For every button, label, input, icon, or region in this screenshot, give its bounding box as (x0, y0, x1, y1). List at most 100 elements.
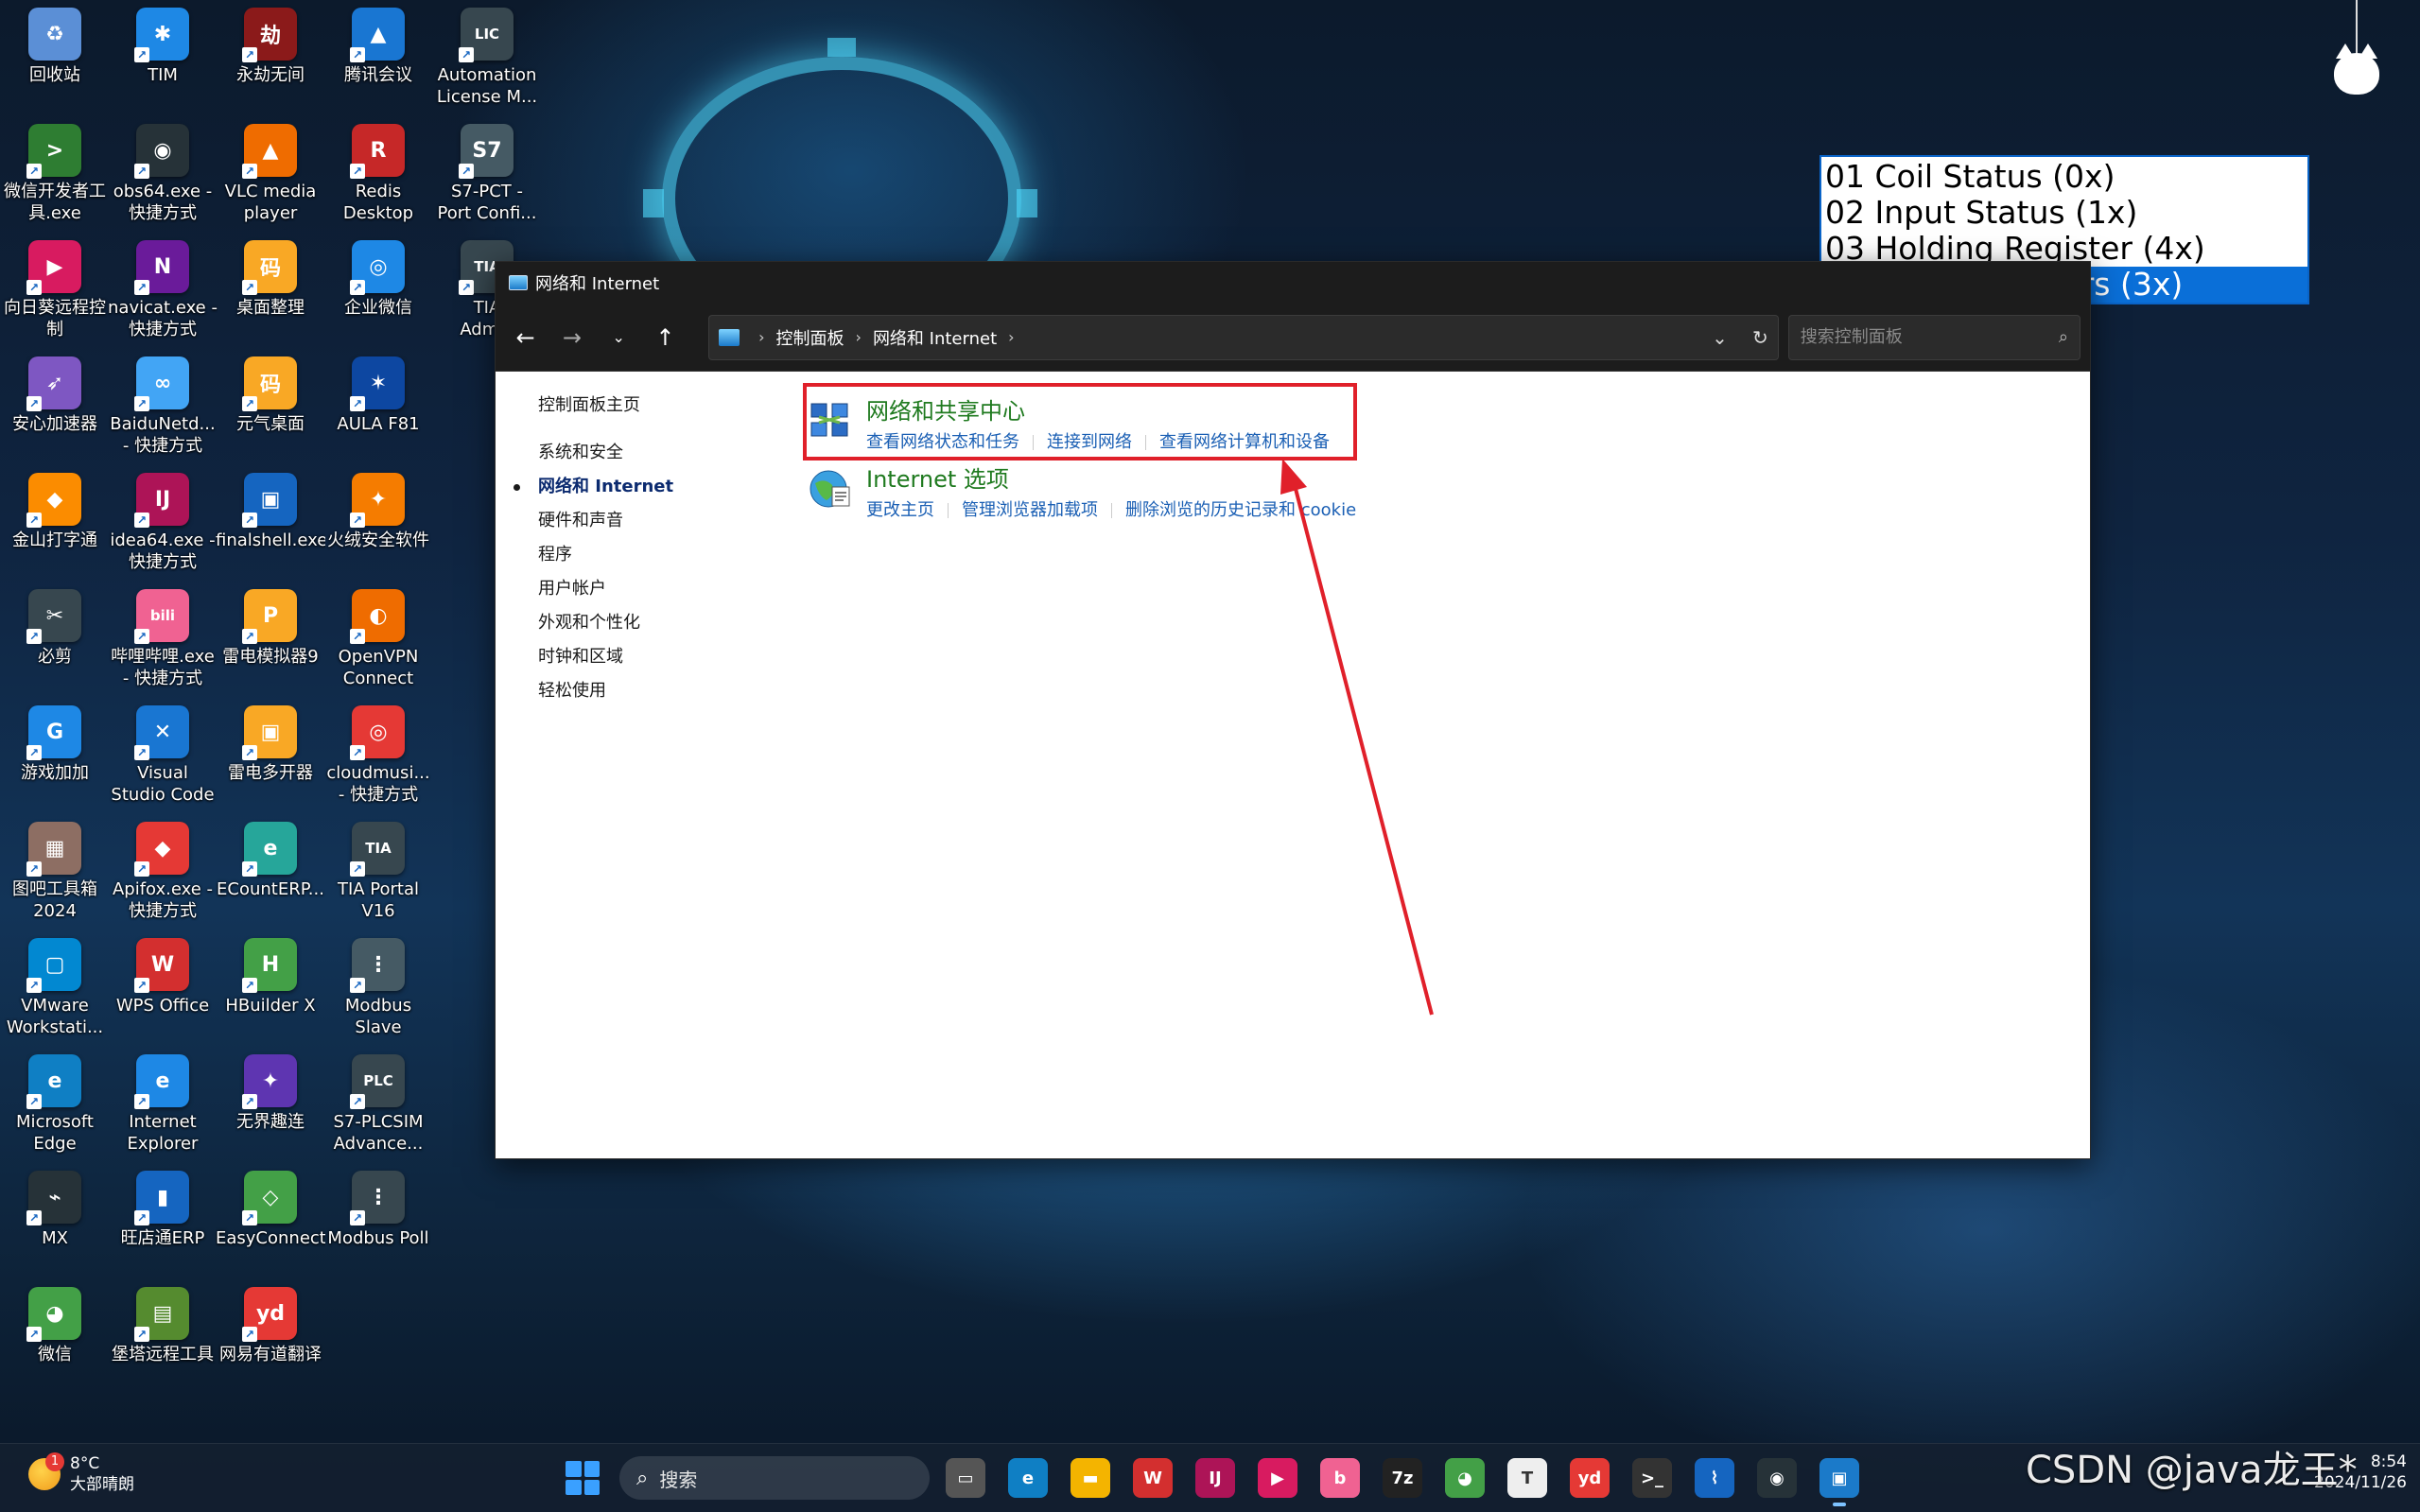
start-button[interactable] (566, 1461, 600, 1495)
search-icon[interactable]: ⌕ (2059, 327, 2068, 347)
resource-monitor-icon[interactable]: ⌇ (1695, 1458, 1734, 1498)
edge-icon[interactable]: e (1008, 1458, 1048, 1498)
desktop-icon[interactable]: ▣ ↗ finalshell.exe (216, 469, 325, 581)
address-dropdown-chevron-icon[interactable]: ⌄ (1712, 326, 1728, 349)
desktop-icon[interactable]: ✱ ↗ TIM (108, 4, 218, 115)
wallpaper-halo-tick (1017, 189, 1037, 217)
refresh-icon[interactable]: ↻ (1752, 326, 1768, 349)
youdao-icon[interactable]: yd (1570, 1458, 1610, 1498)
desktop-icon[interactable]: 劫 ↗ 永劫无间 (216, 4, 325, 115)
desktop-icon[interactable]: ▲ ↗ VLC media player (216, 120, 325, 232)
desktop-icon[interactable]: TIA ↗ TIA Portal V16 (323, 818, 433, 930)
desktop-icon[interactable]: ◐ ↗ OpenVPN Connect (323, 585, 433, 697)
desktop-icon[interactable]: PLC ↗ S7-PLCSIM Advance... (323, 1051, 433, 1162)
desktop-icon-label: TIM (148, 65, 178, 85)
desktop-icon[interactable]: ▲ ↗ 腾讯会议 (323, 4, 433, 115)
up-arrow-icon[interactable]: ↑ (645, 317, 686, 358)
breadcrumb-chevron-icon[interactable]: › (1008, 328, 1014, 346)
file-explorer-icon[interactable]: ▬ (1071, 1458, 1110, 1498)
desktop-icon[interactable]: ➶ ↗ 安心加速器 (0, 353, 110, 464)
app-icon: ✱ ↗ (134, 8, 189, 62)
desktop-icon[interactable]: G ↗ 游戏加加 (0, 702, 110, 813)
desktop-icon[interactable]: W ↗ WPS Office (108, 934, 218, 1046)
obs-icon[interactable]: ◉ (1757, 1458, 1797, 1498)
desktop-icon[interactable]: 码 ↗ 桌面整理 (216, 236, 325, 348)
search-input[interactable] (1800, 327, 2059, 347)
desktop-icon[interactable]: ◎ ↗ cloudmusi... - 快捷方式 (323, 702, 433, 813)
task-view-icon[interactable]: ▭ (946, 1458, 985, 1498)
desktop-icon[interactable]: ✶ ↗ AULA F81 (323, 353, 433, 464)
desktop-icon[interactable]: ▦ ↗ 图吧工具箱 2024 (0, 818, 110, 930)
desktop-icon[interactable]: e ↗ ECountERP... (216, 818, 325, 930)
desktop-icon-label: finalshell.exe (216, 530, 325, 550)
desktop-icon[interactable]: ▤ ↗ 堡塔远程工具 (108, 1283, 218, 1395)
desktop-icon[interactable]: H ↗ HBuilder X (216, 934, 325, 1046)
desktop-icon[interactable]: ◆ ↗ Apifox.exe - 快捷方式 (108, 818, 218, 930)
forward-arrow-icon[interactable]: → (551, 317, 592, 358)
desktop-icon[interactable]: yd ↗ 网易有道翻译 (216, 1283, 325, 1395)
shortcut-arrow-icon: ↗ (134, 1210, 149, 1225)
wps-icon[interactable]: W (1133, 1458, 1173, 1498)
desktop-icon-label: 游戏加加 (21, 763, 89, 783)
desktop-icon[interactable]: ✂ ↗ 必剪 (0, 585, 110, 697)
desktop-icon[interactable]: ✦ ↗ 火绒安全软件 (323, 469, 433, 581)
taskbar-search[interactable]: ⌕ 搜索 (619, 1456, 930, 1500)
desktop-icon[interactable]: ♻ 回收站 (0, 4, 110, 115)
desktop-icon[interactable]: IJ ↗ idea64.exe - 快捷方式 (108, 469, 218, 581)
desktop-icon[interactable]: > ↗ 微信开发者工 具.exe (0, 120, 110, 232)
desktop-icon[interactable]: R ↗ Redis Desktop (323, 120, 433, 232)
shortcut-arrow-icon: ↗ (242, 396, 257, 411)
desktop-icon[interactable]: ◉ ↗ obs64.exe - 快捷方式 (108, 120, 218, 232)
recent-locations-chevron-icon[interactable]: ⌄ (599, 317, 639, 358)
desktop-icon[interactable]: LIC ↗ Automation License M... (432, 4, 542, 115)
desktop-icon[interactable]: ◕ ↗ 微信 (0, 1283, 110, 1395)
desktop-icon[interactable]: N ↗ navicat.exe - 快捷方式 (108, 236, 218, 348)
desktop-icon[interactable]: 码 ↗ 元气桌面 (216, 353, 325, 464)
desktop-icon[interactable]: ⋮ ↗ Modbus Poll (323, 1167, 433, 1278)
control-panel-taskbar-icon[interactable]: ▣ (1819, 1458, 1859, 1506)
address-bar[interactable]: › 控制面板 › 网络和 Internet › ⌄ ↻ (708, 314, 1779, 360)
desktop-icon[interactable]: ◇ ↗ EasyConnect (216, 1167, 325, 1278)
shortcut-arrow-icon: ↗ (459, 164, 474, 179)
typora-icon[interactable]: T (1507, 1458, 1547, 1498)
control-panel-search[interactable]: ⌕ (1787, 314, 2081, 360)
sunlogin-icon[interactable]: ▶ (1258, 1458, 1297, 1498)
modbus-option-input-status[interactable]: 02 Input Status (1x) (1821, 195, 2307, 231)
desktop-icon[interactable]: ▢ ↗ VMware Workstati... (0, 934, 110, 1046)
breadcrumb-network-internet[interactable]: 网络和 Internet (873, 325, 997, 350)
bilibili-icon[interactable]: b (1320, 1458, 1360, 1498)
desktop-icon[interactable]: P ↗ 雷电模拟器9 (216, 585, 325, 697)
breadcrumb-chevron-icon[interactable]: › (856, 328, 862, 346)
temperature: 8°C (70, 1454, 100, 1473)
shortcut-arrow-icon: ↗ (350, 396, 365, 411)
desktop-icon[interactable]: S7 ↗ S7-PCT - Port Confi... (432, 120, 542, 232)
desktop-icon[interactable]: e ↗ Microsoft Edge (0, 1051, 110, 1162)
breadcrumb-chevron-icon[interactable]: › (758, 328, 764, 346)
terminal-icon[interactable]: >_ (1632, 1458, 1672, 1498)
desktop-icon[interactable]: ▣ ↗ 雷电多开器 (216, 702, 325, 813)
breadcrumb-control-panel[interactable]: 控制面板 (776, 325, 844, 350)
desktop-icon[interactable]: ▶ ↗ 向日葵远程控 制 (0, 236, 110, 348)
window-titlebar[interactable]: 网络和 Internet (496, 262, 2090, 304)
app-icon: e ↗ (242, 822, 297, 877)
app-icon: R ↗ (350, 124, 405, 179)
desktop-icon[interactable]: ⋮ ↗ Modbus Slave (323, 934, 433, 1046)
intellij-icon[interactable]: IJ (1195, 1458, 1235, 1498)
shortcut-arrow-icon: ↗ (350, 47, 365, 62)
desktop-icon[interactable]: ∞ ↗ BaiduNetd... - 快捷方式 (108, 353, 218, 464)
desktop-icon[interactable]: ✦ ↗ 无界趣连 (216, 1051, 325, 1162)
wechat-icon[interactable]: ◕ (1445, 1458, 1485, 1498)
desktop-icon[interactable]: e ↗ Internet Explorer (108, 1051, 218, 1162)
cat-mascot-icon[interactable] (2334, 43, 2379, 95)
desktop-icon[interactable]: ⌁ ↗ MX (0, 1167, 110, 1278)
back-arrow-icon[interactable]: ← (505, 317, 546, 358)
weather-widget[interactable]: 1 8°C 大部晴朗 (28, 1452, 134, 1495)
desktop-icon[interactable]: ◎ ↗ 企业微信 (323, 236, 433, 348)
desktop-icon-label: S7-PCT - Port Confi... (437, 182, 537, 223)
desktop-icon[interactable]: ▮ ↗ 旺店通ERP (108, 1167, 218, 1278)
desktop-icon[interactable]: bili ↗ 哔哩哔哩.exe - 快捷方式 (108, 585, 218, 697)
modbus-option-coil-status[interactable]: 01 Coil Status (0x) (1821, 159, 2307, 195)
7zip-icon[interactable]: 7z (1383, 1458, 1422, 1498)
desktop-icon[interactable]: ✕ ↗ Visual Studio Code (108, 702, 218, 813)
desktop-icon[interactable]: ◆ ↗ 金山打字通 (0, 469, 110, 581)
